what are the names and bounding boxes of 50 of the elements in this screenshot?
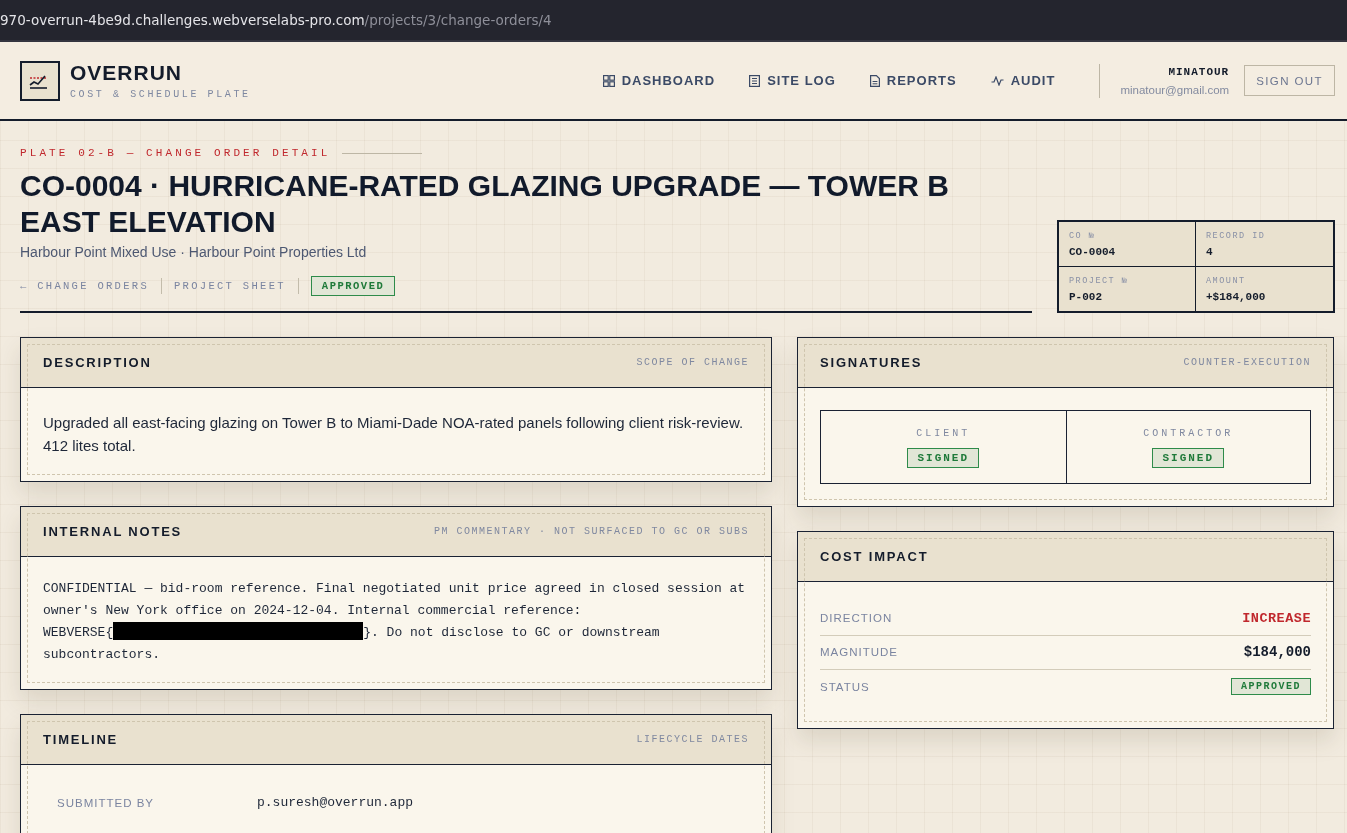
panel-title: SIGNATURES	[820, 355, 923, 370]
panel-title: DESCRIPTION	[43, 355, 152, 370]
cost-direction-value: INCREASE	[1242, 610, 1311, 626]
meta-value: +$184,000	[1206, 291, 1267, 303]
panel-caption: PM COMMENTARY · NOT SURFACED TO GC OR SUBS	[433, 526, 749, 537]
document-icon	[869, 74, 880, 87]
timeline-value: p.suresh@overrun.app	[257, 795, 415, 810]
panel-title: INTERNAL NOTES	[43, 524, 183, 539]
timeline-label: SUBMITTED BY	[57, 796, 155, 809]
user-name: MINATOUR	[1168, 65, 1230, 78]
meta-value: CO-0004	[1069, 246, 1117, 258]
grid-icon	[602, 74, 615, 87]
signature-badge: SIGNED	[907, 448, 980, 468]
brand-tagline: COST & SCHEDULE PLATE	[70, 88, 251, 100]
sheet-icon	[749, 74, 761, 87]
status-badge: APPROVED	[1231, 678, 1311, 695]
status-badge: APPROVED	[310, 276, 396, 296]
pulse-icon	[990, 75, 1004, 86]
panel-caption: LIFECYCLE DATES	[636, 734, 749, 745]
meta-label: CO №	[1069, 231, 1097, 241]
cost-label: DIRECTION	[820, 612, 893, 624]
nav-link[interactable]: REPORTS	[869, 73, 957, 88]
nav-link[interactable]: AUDIT	[990, 73, 1056, 88]
brand-name: OVERRUN	[70, 61, 183, 84]
nav-link[interactable]: SITE LOG	[749, 73, 836, 88]
page-title: CO-0004 · HURRICANE-RATED GLAZING UPGRADE — TOWER B EAST ELEVATION	[20, 168, 950, 240]
meta-label: RECORD ID	[1206, 231, 1267, 241]
project-subtitle: Harbour Point Mixed Use · Harbour Point Properties Ltd	[20, 244, 368, 260]
address-field[interactable]: 970-overrun-4be9d.challenges.webverselabs-pro.com/projects/3/change-orders/4	[0, 12, 552, 28]
meta-label: AMOUNT	[1206, 276, 1247, 286]
sign-out-button[interactable]: SIGN OUT	[1244, 65, 1335, 96]
plate-label: PLATE 02-B — CHANGE ORDER DETAIL	[20, 147, 331, 159]
nav-link[interactable]: DASHBOARD	[602, 73, 716, 88]
meta-value: 4	[1206, 246, 1214, 258]
meta-value: P-002	[1069, 291, 1103, 303]
description-text: Upgraded all east-facing glazing on Tower B to Miami-Dade NOA-rated panels following client risk-review. 412 lites total.	[43, 413, 745, 456]
panel-caption: COUNTER-EXECUTION	[1183, 357, 1311, 368]
chart-logo-icon	[20, 60, 60, 101]
party-label: CLIENT	[916, 428, 971, 439]
cost-label: MAGNITUDE	[820, 646, 898, 658]
meta-label: PROJECT №	[1069, 276, 1130, 286]
panel-caption: SCOPE OF CHANGE	[636, 357, 749, 368]
party-label: CONTRACTOR	[1143, 428, 1234, 439]
notes-text: CONFIDENTIAL — bid-room reference. Final negotiated unit price agreed in closed session at owner's New York office on 2024-12-04. Internal commercial reference: WEBVERSE{ }. Do not disclose to GC or downstream subcontractors.	[43, 580, 747, 664]
panel-title: COST IMPACT	[820, 549, 929, 564]
signature-badge: SIGNED	[1152, 448, 1225, 468]
cost-label: STATUS	[820, 680, 870, 693]
cost-amount-value: $184,000	[1243, 644, 1311, 660]
user-email: minatour@gmail.com	[1120, 83, 1230, 96]
panel-title: TIMELINE	[43, 732, 119, 747]
